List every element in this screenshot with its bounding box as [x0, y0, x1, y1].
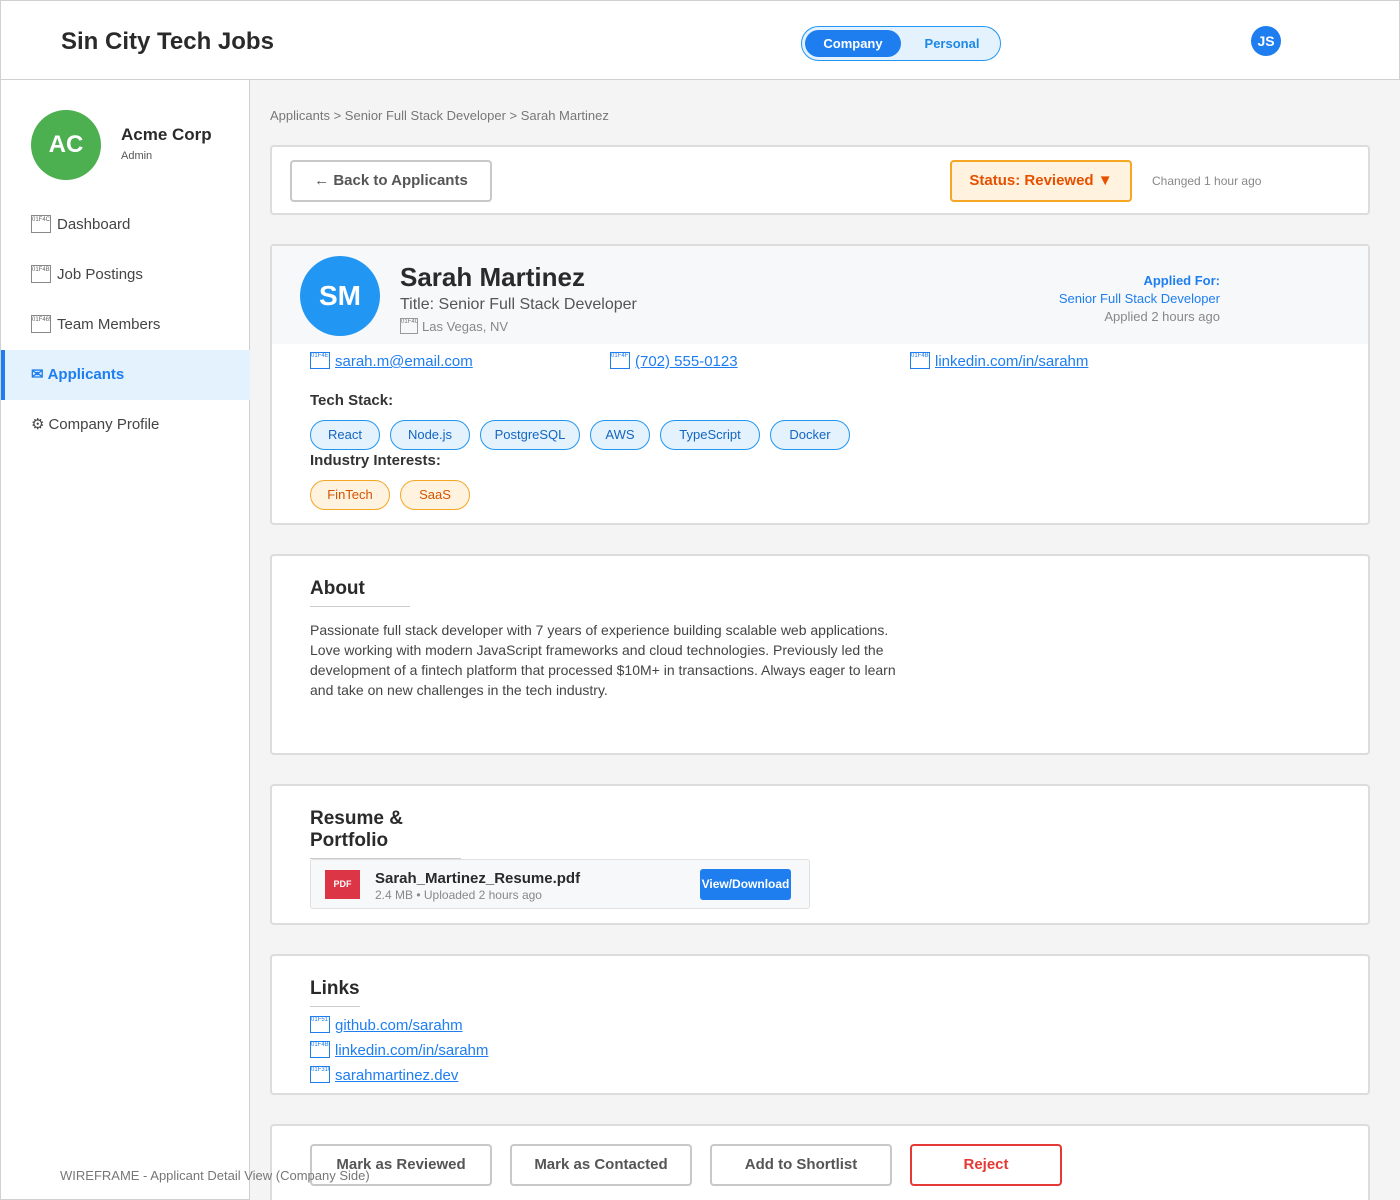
back-button[interactable]: ← Back to Applicants — [290, 160, 492, 202]
tech-chip: TypeScript — [660, 420, 760, 450]
sidebar-item-label: Company Profile — [48, 416, 160, 433]
globe-icon: 01F310 — [310, 1066, 330, 1083]
brand-title: Sin City Tech Jobs — [61, 28, 274, 55]
top-header: Sin City Tech Jobs Company Personal JS — [0, 0, 1400, 80]
sidebar-item-label: Dashboard — [57, 216, 131, 233]
tech-chip: Node.js — [390, 420, 470, 450]
sidebar-item-applicants[interactable]: ✉ Applicants — [1, 350, 250, 400]
linkedin-link[interactable]: 01F4BC linkedin.com/in/sarahm — [910, 352, 1088, 370]
mode-toggle: Company Personal — [801, 26, 1001, 61]
applied-role-link[interactable]: Senior Full Stack Developer — [1059, 291, 1220, 306]
status-changed-time: Changed 1 hour ago — [1152, 174, 1262, 188]
add-shortlist-button[interactable]: Add to Shortlist — [710, 1144, 892, 1186]
linkedin-text: linkedin.com/in/sarahm — [935, 353, 1089, 370]
applied-time: Applied 2 hours ago — [1104, 309, 1220, 324]
location-pin-icon: 01F4CD — [400, 318, 418, 334]
website-link[interactable]: 01F310 sarahmartinez.dev — [310, 1066, 458, 1084]
briefcase-icon: 01F4BC — [31, 265, 51, 283]
view-download-button[interactable]: View/Download — [700, 869, 791, 900]
people-icon: 01F465 — [31, 315, 51, 333]
tech-chip: PostgreSQL — [480, 420, 580, 450]
sidebar-item-job-postings[interactable]: 01F4BC Job Postings — [1, 250, 250, 300]
resume-title: Resume & Portfolio — [310, 808, 461, 859]
mark-contacted-button[interactable]: Mark as Contacted — [510, 1144, 692, 1186]
link-text: sarahmartinez.dev — [335, 1067, 459, 1084]
applied-for-label: Applied For: — [1143, 273, 1220, 288]
sidebar-item-label: Team Members — [57, 316, 161, 333]
breadcrumb[interactable]: Applicants > Senior Full Stack Developer… — [270, 108, 609, 123]
interest-chip: FinTech — [310, 480, 390, 510]
actions-bar: ← Back to Applicants Status: Reviewed ▼ … — [270, 145, 1370, 215]
org-role: Admin — [121, 150, 153, 162]
github-link[interactable]: 01F517 github.com/sarahm — [310, 1016, 463, 1034]
org-avatar: AC — [31, 110, 101, 180]
bottom-actions: Mark as Reviewed Mark as Contacted Add t… — [270, 1124, 1370, 1200]
phone-icon: 01F4F1 — [610, 352, 630, 369]
tech-chip: React — [310, 420, 380, 450]
envelope-icon: ✉ — [31, 366, 44, 383]
email-icon: 01F4E7 — [310, 352, 330, 369]
candidate-profile-card: SM Sarah Martinez Title: Senior Full Sta… — [270, 244, 1370, 525]
pdf-icon: PDF — [325, 870, 360, 899]
profile-header: SM Sarah Martinez Title: Senior Full Sta… — [272, 246, 1368, 344]
links-card: Links 01F517 github.com/sarahm 01F4BC link… — [270, 954, 1370, 1095]
link-text: linkedin.com/in/sarahm — [335, 1042, 489, 1059]
interests-label: Industry Interests: — [310, 452, 441, 469]
candidate-location: 01F4CD Las Vegas, NV — [400, 318, 508, 334]
user-avatar[interactable]: JS — [1251, 26, 1281, 56]
status-dropdown[interactable]: Status: Reviewed ▼ — [950, 160, 1132, 202]
chart-icon: 01F4CA — [31, 215, 51, 233]
resume-file: PDF Sarah_Martinez_Resume.pdf 2.4 MB • U… — [310, 859, 810, 909]
sidebar-item-dashboard[interactable]: 01F4CA Dashboard — [1, 200, 250, 250]
candidate-title: Title: Senior Full Stack Developer — [400, 296, 637, 313]
link-icon: 01F517 — [310, 1016, 330, 1033]
file-meta: 2.4 MB • Uploaded 2 hours ago — [375, 888, 542, 902]
wireframe-footer-note: WIREFRAME - Applicant Detail View (Compa… — [60, 1168, 370, 1183]
candidate-avatar: SM — [300, 256, 380, 336]
tech-chip: Docker — [770, 420, 850, 450]
email-text: sarah.m@email.com — [335, 353, 473, 370]
about-text: Passionate full stack developer with 7 y… — [310, 622, 896, 698]
sidebar-item-label: Applicants — [47, 366, 125, 383]
org-name: Acme Corp — [121, 125, 212, 144]
toggle-company[interactable]: Company — [805, 30, 901, 57]
links-title: Links — [310, 978, 360, 1007]
reject-button[interactable]: Reject — [910, 1144, 1062, 1186]
interest-chip: SaaS — [400, 480, 470, 510]
resume-card: Resume & Portfolio PDF Sarah_Martinez_Re… — [270, 784, 1370, 925]
sidebar-item-label: Job Postings — [57, 266, 143, 283]
sidebar-item-team-members[interactable]: 01F465 Team Members — [1, 300, 250, 350]
linkedin-profile-link[interactable]: 01F4BC linkedin.com/in/sarahm — [310, 1041, 488, 1059]
file-name: Sarah_Martinez_Resume.pdf — [375, 870, 581, 887]
briefcase-icon: 01F4BC — [910, 352, 930, 369]
about-card: About Passionate full stack developer wi… — [270, 554, 1370, 755]
email-link[interactable]: 01F4E7 sarah.m@email.com — [310, 352, 473, 370]
tech-chip: AWS — [590, 420, 650, 450]
sidebar-item-company-profile[interactable]: ⚙ Company Profile — [1, 400, 250, 450]
tech-stack-label: Tech Stack: — [310, 392, 394, 409]
briefcase-icon: 01F4BC — [310, 1041, 330, 1058]
phone-text: (702) 555-0123 — [635, 353, 738, 370]
about-title: About — [310, 578, 410, 607]
gear-icon: ⚙ — [31, 416, 45, 433]
location-text: Las Vegas, NV — [422, 319, 508, 334]
toggle-personal[interactable]: Personal — [904, 30, 1000, 57]
phone-link[interactable]: 01F4F1 (702) 555-0123 — [610, 352, 738, 370]
candidate-name: Sarah Martinez — [400, 262, 585, 292]
link-text: github.com/sarahm — [335, 1017, 463, 1034]
sidebar: AC Acme Corp Admin 01F4CA Dashboard 01F4B… — [0, 80, 250, 1200]
